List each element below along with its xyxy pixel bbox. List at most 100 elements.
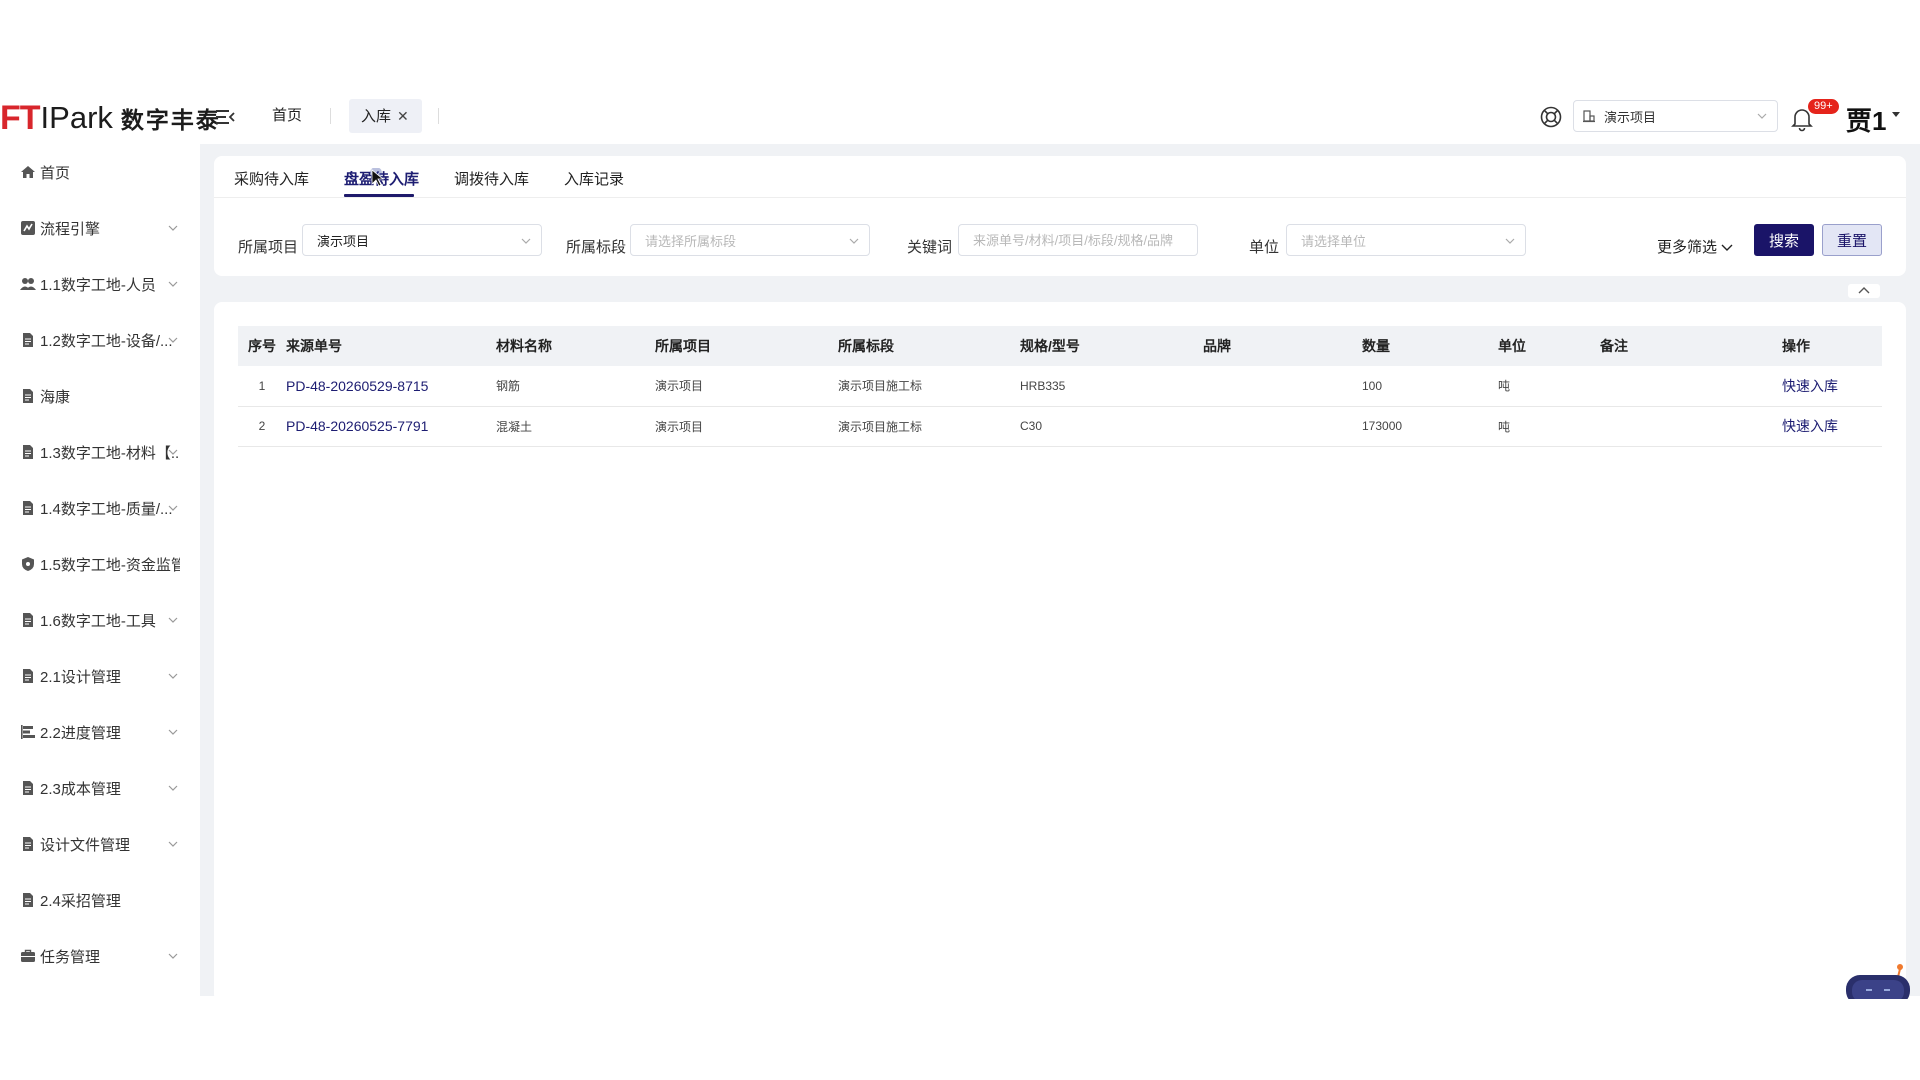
- remark: [1600, 366, 1782, 407]
- source-number-link[interactable]: PD-48-20260529-8715: [286, 366, 496, 407]
- table-row: 1 PD-48-20260529-8715 钢筋 演示项目 演示项目施工标 HR…: [238, 366, 1882, 407]
- sidebar-item-design-files[interactable]: 设计文件管理: [0, 826, 200, 862]
- chevron-down-icon: [1505, 238, 1515, 244]
- document-icon: [23, 781, 33, 795]
- section-filter-select[interactable]: 请选择所属标段: [630, 224, 870, 256]
- table-card: 序号 来源单号 材料名称 所属项目 所属标段 规格/型号 品牌 数量 单位 备注…: [214, 302, 1906, 1002]
- sidebar-item-label: 2.2进度管理: [40, 724, 121, 742]
- tab-inbound[interactable]: 入库 ✕: [349, 99, 422, 133]
- column-header: 备注: [1600, 338, 1628, 354]
- document-icon: [23, 445, 33, 459]
- chevron-down-icon: [168, 729, 178, 735]
- chevron-down-icon: [168, 953, 178, 959]
- project-filter-label: 所属项目: [238, 239, 299, 256]
- close-icon[interactable]: ✕: [397, 99, 409, 133]
- column-header: 材料名称: [496, 338, 552, 354]
- unit-filter-placeholder: 请选择单位: [1301, 233, 1367, 249]
- column-header: 品牌: [1203, 338, 1231, 354]
- sidebar-item-tasks[interactable]: 任务管理: [0, 938, 200, 974]
- sidebar-item-label: 1.6数字工地-工具: [40, 612, 156, 630]
- keyword-input[interactable]: [958, 224, 1198, 256]
- sidebar-item-label: 设计文件管理: [40, 836, 131, 854]
- shield-icon: [22, 557, 34, 571]
- building-icon: [1583, 110, 1595, 123]
- section-name: 演示项目施工标: [838, 406, 1020, 447]
- document-icon: [23, 389, 33, 403]
- chevron-down-icon: [168, 673, 178, 679]
- sidebar-item-label: 首页: [40, 164, 71, 182]
- project-name: 演示项目: [655, 406, 838, 447]
- inbound-table: 序号 来源单号 材料名称 所属项目 所属标段 规格/型号 品牌 数量 单位 备注…: [238, 326, 1882, 447]
- sidebar-item-label: 2.4采招管理: [40, 892, 121, 910]
- quick-inbound-link[interactable]: 快速入库: [1782, 366, 1882, 407]
- quantity: 173000: [1362, 406, 1498, 447]
- document-icon: [23, 669, 33, 683]
- subtab-bar: 采购待入库 盘盈待入库 调拨待入库 入库记录: [214, 156, 1906, 198]
- sidebar-item-people[interactable]: 1.1数字工地-人员: [0, 266, 200, 302]
- chevron-down-icon: [521, 238, 531, 244]
- chevron-down-icon: [168, 281, 178, 287]
- sidebar-item-label: 1.1数字工地-人员: [40, 276, 156, 294]
- sidebar-item-hikvision[interactable]: 海康: [0, 378, 200, 414]
- brand: [1203, 406, 1362, 447]
- people-icon: [20, 278, 36, 290]
- flow-icon: [21, 221, 35, 235]
- chevron-down-icon: [1721, 244, 1733, 251]
- column-header: 序号: [248, 338, 276, 354]
- section-filter-label: 所属标段: [566, 239, 627, 256]
- chevron-up-icon[interactable]: [1848, 284, 1880, 298]
- more-filters-label: 更多筛选: [1657, 239, 1718, 256]
- sidebar-item-equipment[interactable]: 1.2数字工地-设备/...: [0, 322, 200, 358]
- chevron-down-icon: [849, 238, 859, 244]
- active-tab-indicator: [344, 194, 414, 197]
- caret-down-icon[interactable]: [1892, 112, 1900, 117]
- home-icon: [21, 166, 35, 178]
- column-header: 来源单号: [286, 338, 342, 354]
- sidebar-item-design[interactable]: 2.1设计管理: [0, 658, 200, 694]
- source-number-link[interactable]: PD-48-20260525-7791: [286, 406, 496, 447]
- sidebar-item-procurement[interactable]: 2.4采招管理: [0, 882, 200, 918]
- menu-fold-icon[interactable]: [214, 106, 236, 128]
- project-filter-select[interactable]: 演示项目: [302, 224, 542, 256]
- assistant-robot-icon[interactable]: [1842, 963, 1916, 999]
- reset-button[interactable]: 重置: [1822, 224, 1882, 256]
- user-name[interactable]: 贾1: [1846, 101, 1886, 138]
- spec-model: HRB335: [1020, 366, 1203, 407]
- sidebar-item-cost[interactable]: 2.3成本管理: [0, 770, 200, 806]
- project-switch-select[interactable]: 演示项目: [1573, 100, 1778, 132]
- subtab-transfer-pending[interactable]: 调拨待入库: [454, 168, 529, 189]
- tab-home[interactable]: 首页: [272, 96, 302, 136]
- search-button[interactable]: 搜索: [1754, 224, 1814, 256]
- more-filters-toggle[interactable]: 更多筛选: [1657, 236, 1733, 257]
- brand-logo: FT IPark 数字丰泰: [0, 98, 221, 138]
- unit-filter-select[interactable]: 请选择单位: [1286, 224, 1526, 256]
- support-icon[interactable]: [1539, 105, 1563, 129]
- sidebar-item-progress[interactable]: 2.2进度管理: [0, 714, 200, 750]
- sidebar-item-label: 2.3成本管理: [40, 780, 121, 798]
- quick-inbound-link[interactable]: 快速入库: [1782, 406, 1882, 447]
- app-root: FT IPark 数字丰泰 首页 入库 ✕ 演示项目 99+ 贾1 首页 流程引…: [0, 0, 1920, 1080]
- subtab-inbound-records[interactable]: 入库记录: [564, 168, 624, 189]
- unit-filter-label: 单位: [1249, 239, 1280, 256]
- sidebar-item-home[interactable]: 首页: [0, 154, 200, 190]
- chevron-down-icon: [1757, 113, 1767, 119]
- sidebar-item-funds[interactable]: 1.5数字工地-资金监管: [0, 546, 200, 582]
- chevron-down-icon: [168, 449, 178, 455]
- document-icon: [23, 613, 33, 627]
- subtab-purchase-pending[interactable]: 采购待入库: [234, 168, 309, 189]
- row-index: 2: [238, 406, 286, 447]
- sidebar-item-tools[interactable]: 1.6数字工地-工具: [0, 602, 200, 638]
- chevron-down-icon: [168, 225, 178, 231]
- logo-ft-text: FT: [0, 98, 41, 137]
- sidebar-item-quality[interactable]: 1.4数字工地-质量/...: [0, 490, 200, 526]
- column-header: 数量: [1362, 338, 1390, 354]
- project-name: 演示项目: [655, 366, 838, 407]
- sidebar-item-materials[interactable]: 1.3数字工地-材料【...: [0, 434, 200, 470]
- subtab-surplus-pending[interactable]: 盘盈待入库: [344, 168, 419, 189]
- sidebar-item-flow-engine[interactable]: 流程引擎: [0, 210, 200, 246]
- chevron-down-icon: [168, 617, 178, 623]
- sidebar-item-label: 1.5数字工地-资金监管: [40, 556, 180, 574]
- table-row: 2 PD-48-20260525-7791 混凝土 演示项目 演示项目施工标 C…: [238, 406, 1882, 447]
- section-filter-placeholder: 请选择所属标段: [645, 233, 737, 249]
- document-icon: [23, 501, 33, 515]
